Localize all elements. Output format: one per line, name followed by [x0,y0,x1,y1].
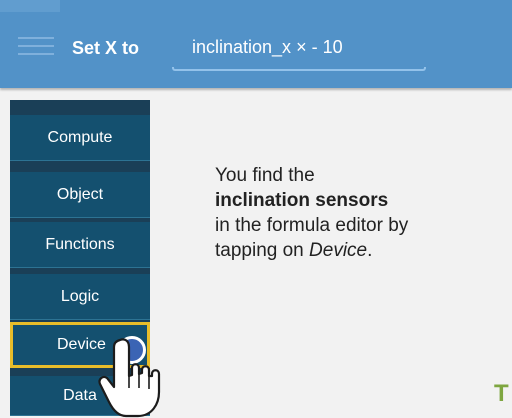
formula-field-underline [172,67,426,71]
next-hint-text: T [494,380,509,407]
tutorial-text: You find the inclination sensors in the … [215,163,512,263]
hamburger-icon[interactable] [18,37,54,63]
header-top-strip [0,0,60,12]
brick-label: Set X to [72,38,140,58]
formula-editor-header: Set X to inclination_x × - 10 [0,0,512,88]
formula-text: inclination_x × - 10 [192,37,343,57]
pointing-hand-icon [98,338,161,418]
tutorial-line-4-device: Device [309,240,368,261]
category-functions[interactable]: Functions [10,222,150,268]
tutorial-line-2: inclination sensors [215,190,389,211]
tutorial-line-1: You find the [215,165,315,186]
tutorial-line-3: in the formula editor by [215,215,409,236]
tutorial-line-4: tapping on Device. [215,238,512,263]
formula-field[interactable]: inclination_x × - 10 [172,27,426,71]
category-object[interactable]: Object [10,172,150,218]
tutorial-line-4-prefix: tapping on [215,240,310,261]
category-compute[interactable]: Compute [10,115,150,161]
tutorial-line-4-suffix: . [367,240,373,261]
category-logic[interactable]: Logic [10,274,150,320]
